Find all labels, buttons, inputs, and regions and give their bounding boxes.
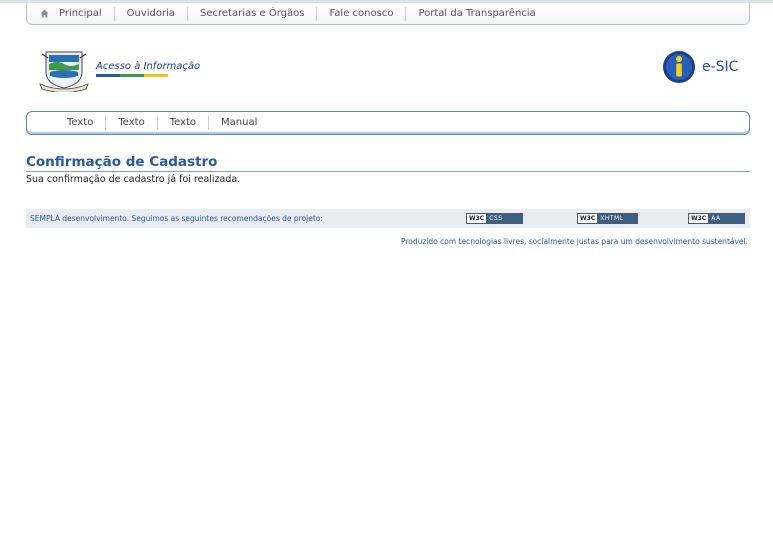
esic-logo[interactable]: e-SIC [662,50,738,84]
title-divider [26,171,750,172]
subnav-item-texto-3[interactable]: Texto [158,116,210,130]
nav-item-ouvidoria[interactable]: Ouvidoria [115,6,189,21]
w3c-label: W3C [467,214,487,223]
info-icon [663,51,695,83]
nav-item-secretarias[interactable]: Secretarias e Órgãos [188,6,318,21]
secondary-navigation: Texto Texto Texto Manual [26,111,750,135]
home-icon[interactable] [37,9,51,18]
badge-label: AA [708,214,745,223]
w3c-xhtml-badge[interactable]: W3C XHTML [577,213,639,224]
w3c-css-badge[interactable]: W3C CSS [466,213,524,224]
subnav-item-texto-1[interactable]: Texto [55,116,107,130]
nav-item-portal-transparencia[interactable]: Portal da Transparência [406,7,547,21]
footer-bar: SEMPLA desenvolvimento. Seguimos as segu… [26,209,750,228]
footer-text: SEMPLA desenvolvimento. Seguimos as segu… [30,214,323,223]
page-title: Confirmação de Cadastro [26,154,218,170]
nav-item-fale-conosco[interactable]: Fale conosco [317,6,407,21]
produced-with-text: Produzido com tecnologias livres, social… [400,237,748,246]
coat-of-arms-icon [39,51,89,92]
top-navigation: Principal Ouvidoria Secretarias e Órgãos… [26,3,750,25]
nav-item-principal[interactable]: Principal [57,6,115,21]
subnav-item-texto-2[interactable]: Texto [106,116,158,130]
confirmation-message: Sua confirmação de cadastro já foi reali… [26,174,241,185]
logo-text: Acesso à Informação [96,61,201,72]
w3c-label: W3C [689,214,709,223]
esic-label: e-SIC [702,59,739,75]
logo-color-bar [96,74,200,77]
acesso-informacao-logo[interactable]: Acesso à Informação [38,42,234,96]
badge-label: CSS [486,214,523,223]
badge-label: XHTML [597,214,638,223]
w3c-label: W3C [578,214,598,223]
subnav-item-manual[interactable]: Manual [209,116,269,130]
w3c-aa-badge[interactable]: W3C AA [688,213,746,224]
